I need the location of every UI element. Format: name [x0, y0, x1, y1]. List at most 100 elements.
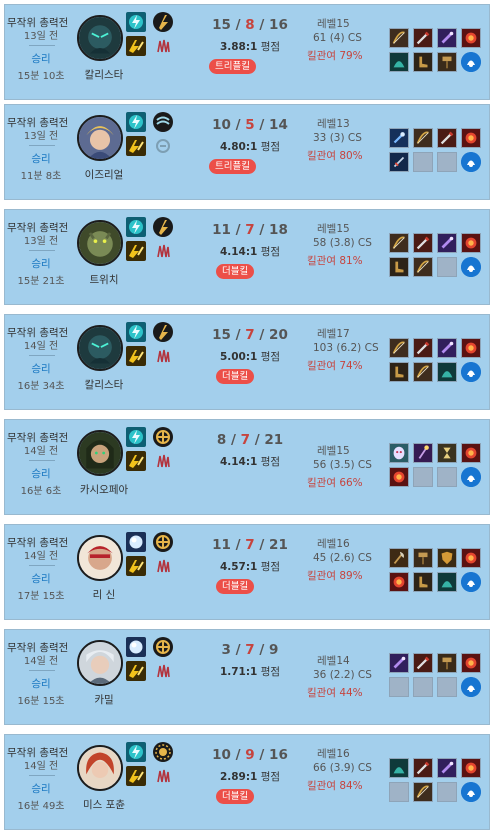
- cloak-icon[interactable]: [437, 572, 457, 592]
- haste-icon[interactable]: [126, 661, 146, 681]
- precision-icon[interactable]: [153, 241, 173, 261]
- trinket-item[interactable]: [461, 548, 481, 568]
- champion-portrait[interactable]: [77, 430, 123, 476]
- flash-icon[interactable]: [126, 742, 146, 762]
- sword-icon[interactable]: [413, 653, 433, 673]
- precision-icon[interactable]: [153, 346, 173, 366]
- flash-icon[interactable]: [126, 427, 146, 447]
- champion-portrait[interactable]: [77, 115, 123, 161]
- flash-icon[interactable]: [126, 217, 146, 237]
- precision-icon[interactable]: [153, 451, 173, 471]
- trinket-item[interactable]: [461, 128, 481, 148]
- champion-portrait[interactable]: [77, 325, 123, 371]
- champion-portrait[interactable]: [77, 745, 123, 791]
- champion-portrait[interactable]: [77, 220, 123, 266]
- champion-portrait[interactable]: [77, 535, 123, 581]
- mask-icon[interactable]: [389, 443, 409, 463]
- haste-icon[interactable]: [126, 556, 146, 576]
- wind-rune-icon[interactable]: [153, 112, 173, 132]
- flash-icon[interactable]: [126, 12, 146, 32]
- precision-icon[interactable]: [153, 556, 173, 576]
- axe-icon[interactable]: [389, 548, 409, 568]
- staff-icon[interactable]: [413, 443, 433, 463]
- match-card[interactable]: 무작위 총력전 13일 전 승리 15분 21초 트위치 11 / 7 / 18 4.14:…: [4, 209, 490, 305]
- ward-icon[interactable]: [461, 467, 481, 487]
- champion-portrait[interactable]: [77, 640, 123, 686]
- bow-icon[interactable]: [389, 338, 409, 358]
- hammer-icon[interactable]: [413, 548, 433, 568]
- conqueror-icon[interactable]: [153, 532, 173, 552]
- dagger-icon[interactable]: [389, 152, 409, 172]
- cloak-icon[interactable]: [389, 758, 409, 778]
- precision-icon[interactable]: [153, 766, 173, 786]
- orb-icon[interactable]: [389, 572, 409, 592]
- bow-icon[interactable]: [413, 257, 433, 277]
- wand-icon[interactable]: [389, 128, 409, 148]
- haste-icon[interactable]: [126, 766, 146, 786]
- blade-icon[interactable]: [437, 338, 457, 358]
- haste-icon[interactable]: [126, 36, 146, 56]
- haste-icon[interactable]: [126, 451, 146, 471]
- sword-icon[interactable]: [413, 28, 433, 48]
- conqueror-icon[interactable]: [153, 637, 173, 657]
- trinket-item[interactable]: [461, 443, 481, 463]
- flash-icon[interactable]: [126, 322, 146, 342]
- trinket-item[interactable]: [461, 28, 481, 48]
- blade-icon[interactable]: [437, 28, 457, 48]
- bow-icon[interactable]: [389, 233, 409, 253]
- lethal-tempo-icon[interactable]: [153, 322, 173, 342]
- ward-icon[interactable]: [461, 52, 481, 72]
- bow-icon[interactable]: [413, 362, 433, 382]
- boots-icon[interactable]: [389, 257, 409, 277]
- boots-icon[interactable]: [413, 572, 433, 592]
- bow-icon[interactable]: [389, 28, 409, 48]
- shield-icon[interactable]: [437, 548, 457, 568]
- lethal-tempo-icon[interactable]: [153, 12, 173, 32]
- precision-icon[interactable]: [153, 661, 173, 681]
- bow-icon[interactable]: [413, 782, 433, 802]
- haste-icon[interactable]: [126, 241, 146, 261]
- snowball-icon[interactable]: [126, 532, 146, 552]
- trinket-item[interactable]: [461, 233, 481, 253]
- cloak-icon[interactable]: [389, 52, 409, 72]
- hourglass-icon[interactable]: [437, 443, 457, 463]
- conqueror-icon[interactable]: [153, 427, 173, 447]
- blade-icon[interactable]: [437, 233, 457, 253]
- sword-icon[interactable]: [413, 758, 433, 778]
- orb-icon[interactable]: [389, 467, 409, 487]
- ward-icon[interactable]: [461, 152, 481, 172]
- lethal-tempo-icon[interactable]: [153, 217, 173, 237]
- match-card[interactable]: 무작위 총력전 13일 전 승리 11분 8초 이즈리얼 10 / 5 / 14 4.80:…: [4, 104, 490, 200]
- hammer-icon[interactable]: [437, 52, 457, 72]
- precision-icon[interactable]: [153, 36, 173, 56]
- bow-icon[interactable]: [413, 128, 433, 148]
- match-card[interactable]: 무작위 총력전 14일 전 승리 16분 49초 미스 포츈 10 / 9 / 16 2.8…: [4, 734, 490, 830]
- ward-icon[interactable]: [461, 677, 481, 697]
- sword-icon[interactable]: [437, 128, 457, 148]
- haste-icon[interactable]: [126, 346, 146, 366]
- match-card[interactable]: 무작위 총력전 14일 전 승리 16분 15초 카밀 3 / 7 / 9 1.71:1 평…: [4, 629, 490, 725]
- trinket-item[interactable]: [461, 338, 481, 358]
- hammer-icon[interactable]: [437, 653, 457, 673]
- blade-icon[interactable]: [389, 653, 409, 673]
- sun-rune-icon[interactable]: [153, 742, 173, 762]
- match-card[interactable]: 무작위 총력전 14일 전 승리 16분 6초 카시오페아 8 / 7 / 21 4.14:…: [4, 419, 490, 515]
- inspiration-icon[interactable]: [153, 136, 173, 156]
- match-card[interactable]: 무작위 총력전 14일 전 승리 17분 15초 리 신 11 / 7 / 21 4.57:…: [4, 524, 490, 620]
- blade-icon[interactable]: [437, 758, 457, 778]
- trinket-item[interactable]: [461, 758, 481, 778]
- match-card[interactable]: 무작위 총력전 13일 전 승리 15분 10초 칼리스타 15 / 8 / 16 3.88…: [4, 4, 490, 100]
- ward-icon[interactable]: [461, 362, 481, 382]
- sword-icon[interactable]: [413, 338, 433, 358]
- boots-icon[interactable]: [413, 52, 433, 72]
- ward-icon[interactable]: [461, 572, 481, 592]
- haste-icon[interactable]: [126, 136, 146, 156]
- snowball-icon[interactable]: [126, 637, 146, 657]
- ward-icon[interactable]: [461, 782, 481, 802]
- boots-icon[interactable]: [389, 362, 409, 382]
- sword-icon[interactable]: [413, 233, 433, 253]
- champion-portrait[interactable]: [77, 15, 123, 61]
- flash-icon[interactable]: [126, 112, 146, 132]
- trinket-item[interactable]: [461, 653, 481, 673]
- cloak-icon[interactable]: [437, 362, 457, 382]
